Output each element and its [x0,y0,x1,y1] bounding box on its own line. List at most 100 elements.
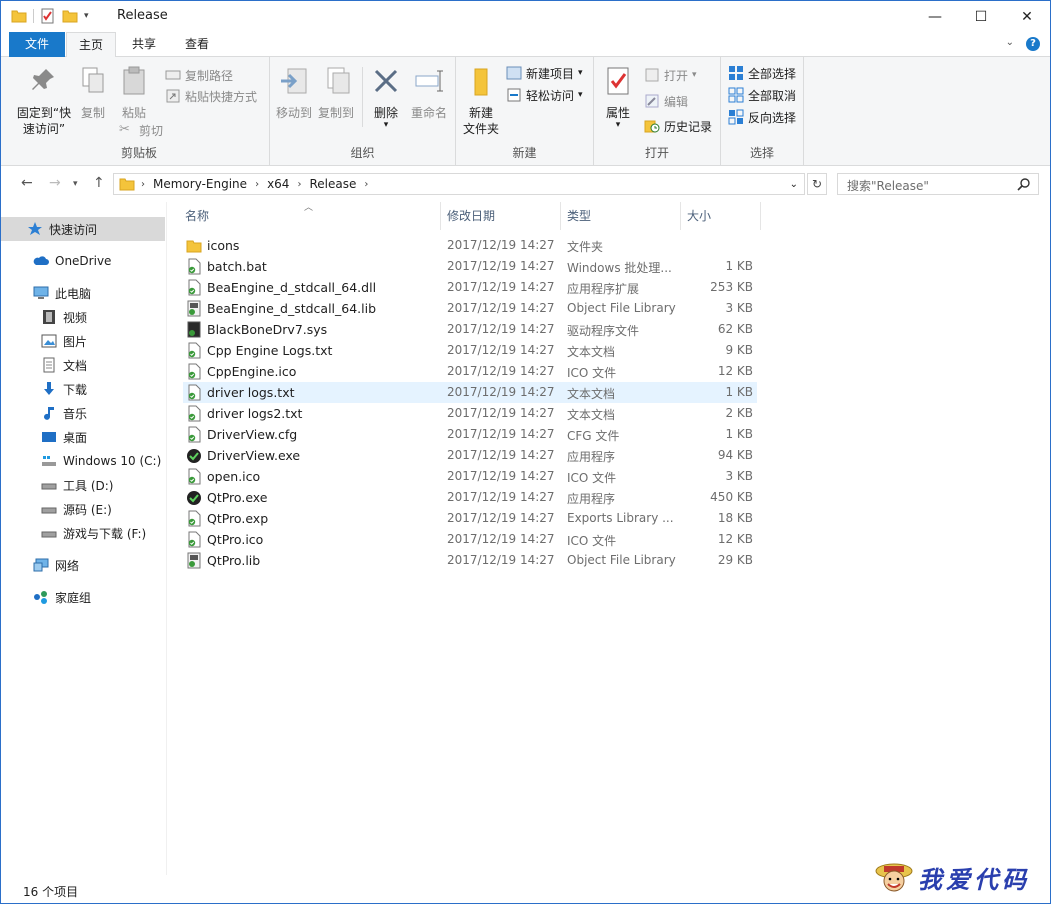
file-row[interactable]: QtPro.exe 2017/12/19 14:27 应用程序 450 KB [183,487,757,508]
breadcrumb-separator-icon[interactable]: › [297,179,301,190]
open-button[interactable]: 打开 ▾ [644,65,697,85]
tab-share[interactable]: 共享 [118,32,170,57]
delete-button[interactable]: 删除 ▾ [367,65,405,130]
breadcrumb-separator-icon[interactable]: › [364,179,368,190]
nav-pictures[interactable]: 图片 [1,329,165,353]
collapse-ribbon-icon[interactable]: ⌄ [1006,37,1014,48]
address-history-dropdown-icon[interactable]: ⌄ [790,179,798,190]
file-row[interactable]: BeaEngine_d_stdcall_64.dll 2017/12/19 14:… [183,277,757,298]
recent-locations-icon[interactable]: ▾ [73,179,78,189]
select-none-icon [728,87,744,103]
file-date: 2017/12/19 14:27 [447,322,555,336]
help-icon[interactable]: ? [1026,37,1040,51]
minimize-button[interactable]: — [912,1,958,32]
nav-onedrive[interactable]: OneDrive [1,249,165,273]
up-arrow-icon[interactable]: ↑ [93,175,105,191]
nav-downloads[interactable]: 下载 [1,377,165,401]
file-row[interactable]: DriverView.cfg 2017/12/19 14:27 CFG 文件 1 KB [183,424,757,445]
nav-music[interactable]: 音乐 [1,401,165,425]
nav-drive-e[interactable]: 源码 (E:) [1,497,165,521]
file-row[interactable]: BeaEngine_d_stdcall_64.lib 2017/12/19 14:… [183,298,757,319]
file-row[interactable]: open.ico 2017/12/19 14:27 ICO 文件 3 KB [183,466,757,487]
file-name: QtPro.ico [207,532,264,547]
new-folder-icon[interactable] [62,8,78,24]
column-header-name[interactable]: 名称 [183,202,441,230]
history-button[interactable]: 历史记录 [644,116,712,136]
tab-file[interactable]: 文件 [9,32,65,57]
nav-drive-d[interactable]: 工具 (D:) [1,473,165,497]
copy-button[interactable]: 复制 [75,65,111,121]
cut-button[interactable]: ✂ 剪切 [119,120,163,140]
easy-access-button[interactable]: 轻松访问 ▾ [506,85,583,105]
file-date: 2017/12/19 14:27 [447,301,555,315]
column-header-size[interactable]: 大小 [681,202,761,230]
nav-drive-f[interactable]: 游戏与下载 (F:) [1,521,165,545]
copy-path-button[interactable]: 复制路径 [165,65,233,85]
file-size: 62 KB [717,322,753,336]
file-name: DriverView.cfg [207,427,298,442]
close-button[interactable]: ✕ [1004,1,1050,32]
file-row[interactable]: QtPro.lib 2017/12/19 14:27 Object File Lib… [183,550,757,571]
nav-homegroup[interactable]: 家庭组 [1,585,165,609]
new-item-button[interactable]: 新建项目 ▾ [506,63,583,83]
edit-button[interactable]: 编辑 [644,91,688,111]
nav-this-pc[interactable]: 此电脑 [1,281,165,305]
rename-button[interactable]: 重命名 [406,65,452,121]
address-bar[interactable]: › Memory-Engine › x64 › Release › ⌄ [113,173,805,195]
breadcrumb-separator-icon[interactable]: › [141,179,145,190]
nav-quick-access[interactable]: 快速访问 [1,217,165,241]
nav-documents[interactable]: 文档 [1,353,165,377]
file-row[interactable]: batch.bat 2017/12/19 14:27 Windows 批处理... 1… [183,256,757,277]
nav-desktop[interactable]: 桌面 [1,425,165,449]
file-row[interactable]: Cpp Engine Logs.txt 2017/12/19 14:27 文本文档 9… [183,340,757,361]
properties-icon[interactable] [40,8,56,24]
move-to-button[interactable]: 移动到 [274,65,314,121]
move-to-label: 移动到 [275,106,312,120]
refresh-button[interactable]: ↻ [807,173,827,195]
invert-selection-button[interactable]: 反向选择 [728,107,796,127]
new-folder-button[interactable]: 新建 文件夹 [460,65,502,137]
qat-customize-icon[interactable]: ▾ [84,11,89,21]
breadcrumb-release[interactable]: Release [309,177,356,191]
file-date: 2017/12/19 14:27 [447,532,555,546]
tab-home[interactable]: 主页 [66,32,116,58]
paste-shortcut-button[interactable]: 粘贴快捷方式 [165,86,257,106]
search-input[interactable]: 搜索"Release" [837,173,1039,195]
breadcrumb-memory-engine[interactable]: Memory-Engine [153,177,247,191]
forward-arrow-icon[interactable]: → [49,175,61,191]
select-none-button[interactable]: 全部取消 [728,85,796,105]
search-icon[interactable] [1017,177,1031,191]
nav-drive-c[interactable]: Windows 10 (C:) [1,449,165,473]
watermark-text: 我爱代码 [918,864,1030,894]
nav-network[interactable]: 网络 [1,553,165,577]
file-size: 18 KB [717,511,753,525]
music-note-icon [44,407,54,420]
file-row[interactable]: CppEngine.ico 2017/12/19 14:27 ICO 文件 12 KB [183,361,757,382]
file-type: ICO 文件 [567,471,617,485]
file-row[interactable]: DriverView.exe 2017/12/19 14:27 应用程序 94 KB [183,445,757,466]
dll-file-icon [188,279,201,296]
select-all-button[interactable]: 全部选择 [728,63,796,83]
nav-videos[interactable]: 视频 [1,305,165,329]
file-row[interactable]: driver logs.txt 2017/12/19 14:27 文本文档 1 KB [183,382,757,403]
rename-label: 重命名 [410,106,447,120]
pin-quick-access-button[interactable]: 固定到“快 速访问” [13,65,75,137]
breadcrumb-x64[interactable]: x64 [267,177,289,191]
file-row[interactable]: driver logs2.txt 2017/12/19 14:27 文本文档 2 KB [183,403,757,424]
column-header-date[interactable]: 修改日期 [441,202,561,230]
column-header-type[interactable]: 类型 [561,202,681,230]
file-row[interactable]: BlackBoneDrv7.sys 2017/12/19 14:27 驱动程序文件 6… [183,319,757,340]
breadcrumb-separator-icon[interactable]: › [255,179,259,190]
paste-button[interactable]: 粘贴 [113,65,155,121]
file-row[interactable]: QtPro.ico 2017/12/19 14:27 ICO 文件 12 KB [183,529,757,550]
back-arrow-icon[interactable]: ← [21,175,33,191]
tab-view[interactable]: 查看 [171,32,223,57]
maximize-button[interactable]: ☐ [958,1,1004,32]
pin-label-line1: 固定到“快 [16,106,72,120]
properties-button[interactable]: 属性 ▾ [598,65,638,130]
copy-to-button[interactable]: 复制到 [316,65,356,121]
file-row[interactable]: QtPro.exp 2017/12/19 14:27 Exports Library… [183,508,757,529]
delete-dropdown-icon[interactable]: ▾ [367,121,405,130]
properties-dropdown-icon[interactable]: ▾ [598,121,638,130]
file-row[interactable]: icons 2017/12/19 14:27 文件夹 [183,235,757,256]
